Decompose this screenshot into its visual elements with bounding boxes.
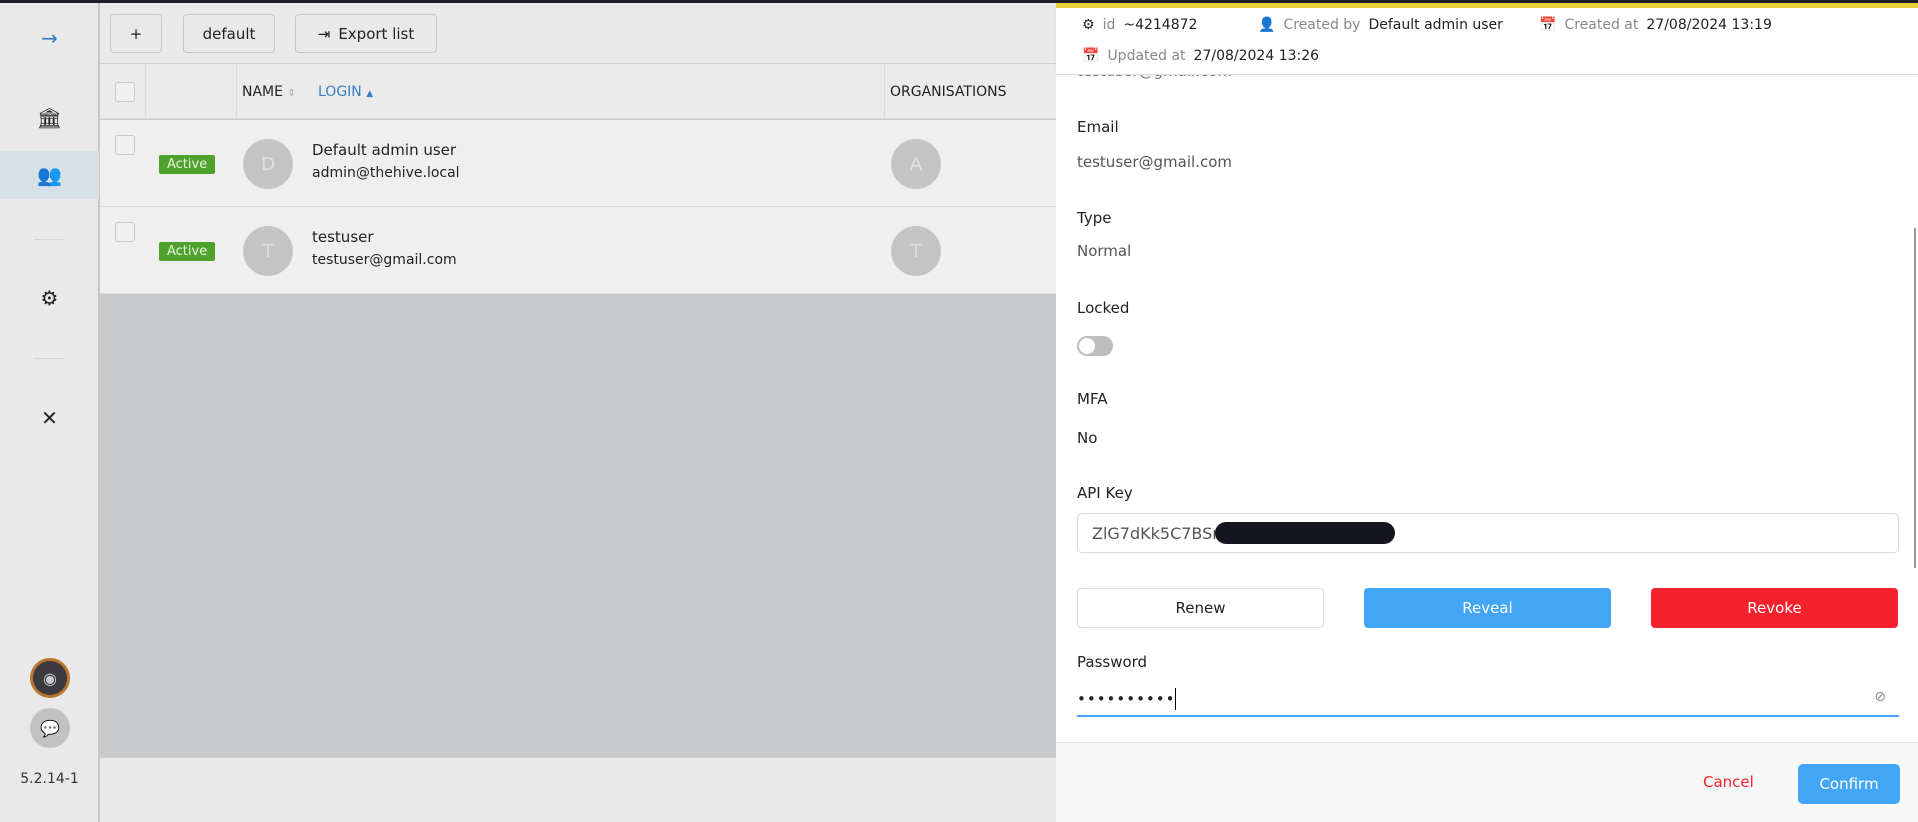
tools-icon[interactable]: ✕: [0, 395, 99, 441]
expand-arrow-icon[interactable]: →: [0, 15, 99, 61]
mfa-label: MFA: [1077, 390, 1108, 408]
export-label: Export list: [338, 24, 415, 43]
table-header: NAME ⇕ LOGIN ▲ ORGANISATIONS: [100, 64, 1056, 119]
email-value: testuser@gmail.com: [1077, 153, 1232, 171]
select-all-checkbox[interactable]: [115, 82, 135, 102]
mfa-value: No: [1077, 429, 1098, 447]
user-name[interactable]: Default admin user: [312, 141, 456, 159]
version-label: 5.2.14-1: [20, 771, 79, 787]
password-input[interactable]: •••••••••• ⊘: [1077, 683, 1899, 717]
type-value: Normal: [1077, 242, 1132, 260]
locked-label: Locked: [1077, 299, 1130, 317]
users-list: + default ⇥ Export list NAME ⇕ LOGIN ▲ O…: [100, 3, 1056, 822]
status-badge: Active: [159, 242, 216, 261]
table-row[interactable]: Active D Default admin user admin@thehiv…: [100, 120, 1056, 207]
user-icon: 👤: [1258, 17, 1276, 33]
sort-asc-icon[interactable]: ▲: [366, 89, 373, 99]
gear-icon: ⚙: [1082, 17, 1095, 33]
drawer-header: ⚙ id ~4214872 👤 Created by Default admin…: [1056, 8, 1918, 75]
user-edit-drawer: testuser@gmail.com Email testuser@gmail.…: [1056, 0, 1918, 822]
text-caret: [1175, 688, 1177, 710]
sidebar: → 🏛 👥 ⚙ ✕ ◉ 💬 5.2.14-1: [0, 3, 99, 822]
profile-filter-button[interactable]: default: [183, 14, 275, 53]
api-key-label: API Key: [1077, 484, 1133, 502]
column-divider: [236, 64, 237, 119]
confirm-button[interactable]: Confirm: [1798, 764, 1900, 804]
renew-button[interactable]: Renew: [1077, 588, 1324, 628]
sidebar-divider: [34, 358, 64, 359]
brain-icon[interactable]: ◉: [30, 658, 70, 698]
id-value: ~4214872: [1123, 17, 1198, 33]
created-at-value: 27/08/2024 13:19: [1646, 17, 1772, 33]
list-footer: [100, 757, 1056, 822]
header-stripe: [1056, 0, 1918, 8]
column-name[interactable]: NAME ⇕: [242, 84, 296, 100]
name-header[interactable]: NAME: [242, 84, 283, 100]
api-key-value: ZlG7dKk5C7BSr: [1092, 523, 1219, 543]
chat-icon[interactable]: 💬: [30, 708, 70, 748]
export-icon: ⇥: [317, 24, 331, 43]
toolbar: + default ⇥ Export list: [100, 3, 1056, 64]
sort-icon[interactable]: ⇕: [287, 88, 295, 99]
column-login[interactable]: LOGIN ▲: [318, 84, 373, 100]
redaction-mark: [1214, 522, 1395, 544]
add-user-button[interactable]: +: [110, 14, 162, 53]
password-label: Password: [1077, 653, 1148, 671]
sliders-icon[interactable]: ⚙: [0, 275, 99, 321]
drawer-footer: Cancel Confirm: [1056, 742, 1918, 822]
calendar-edit-icon: 📅: [1082, 48, 1100, 64]
status-badge: Active: [159, 155, 216, 174]
org-avatar: T: [891, 226, 941, 276]
created-at-label: Created at: [1564, 17, 1639, 33]
sidebar-divider: [34, 239, 64, 240]
user-login: admin@thehive.local: [312, 165, 460, 181]
drawer-body: testuser@gmail.com Email testuser@gmail.…: [1056, 0, 1918, 742]
avatar: D: [243, 139, 293, 189]
reveal-button[interactable]: Reveal: [1364, 588, 1611, 628]
locked-toggle[interactable]: [1077, 336, 1113, 356]
updated-at-label: Updated at: [1107, 48, 1186, 64]
export-list-button[interactable]: ⇥ Export list: [295, 14, 437, 53]
created-by-value: Default admin user: [1368, 17, 1503, 33]
avatar: T: [243, 226, 293, 276]
updated-at-value: 27/08/2024 13:26: [1193, 48, 1320, 64]
row-checkbox[interactable]: [115, 135, 135, 155]
scrollbar[interactable]: [1914, 228, 1916, 568]
users-icon[interactable]: 👥: [0, 151, 99, 199]
row-checkbox[interactable]: [115, 222, 135, 242]
cancel-button[interactable]: Cancel: [1703, 773, 1754, 791]
org-avatar: A: [891, 139, 941, 189]
calendar-add-icon: 📅: [1539, 17, 1557, 33]
user-login: testuser@gmail.com: [312, 252, 457, 268]
api-key-field[interactable]: ZlG7dKk5C7BSr: [1077, 513, 1899, 553]
login-header[interactable]: LOGIN: [318, 84, 362, 100]
column-divider: [884, 64, 885, 119]
organisation-bank-icon[interactable]: 🏛: [0, 95, 99, 141]
table-row[interactable]: Active T testuser testuser@gmail.com T: [100, 207, 1056, 294]
user-name[interactable]: testuser: [312, 228, 374, 246]
type-label: Type: [1077, 209, 1112, 227]
column-divider: [145, 64, 146, 119]
column-organisations[interactable]: ORGANISATIONS: [890, 84, 1006, 100]
id-label: id: [1102, 17, 1116, 33]
created-by-label: Created by: [1283, 17, 1361, 33]
email-label: Email: [1077, 118, 1119, 136]
password-value: ••••••••••: [1077, 690, 1176, 708]
eye-invisible-icon[interactable]: ⊘: [1874, 689, 1887, 705]
revoke-button[interactable]: Revoke: [1651, 588, 1898, 628]
